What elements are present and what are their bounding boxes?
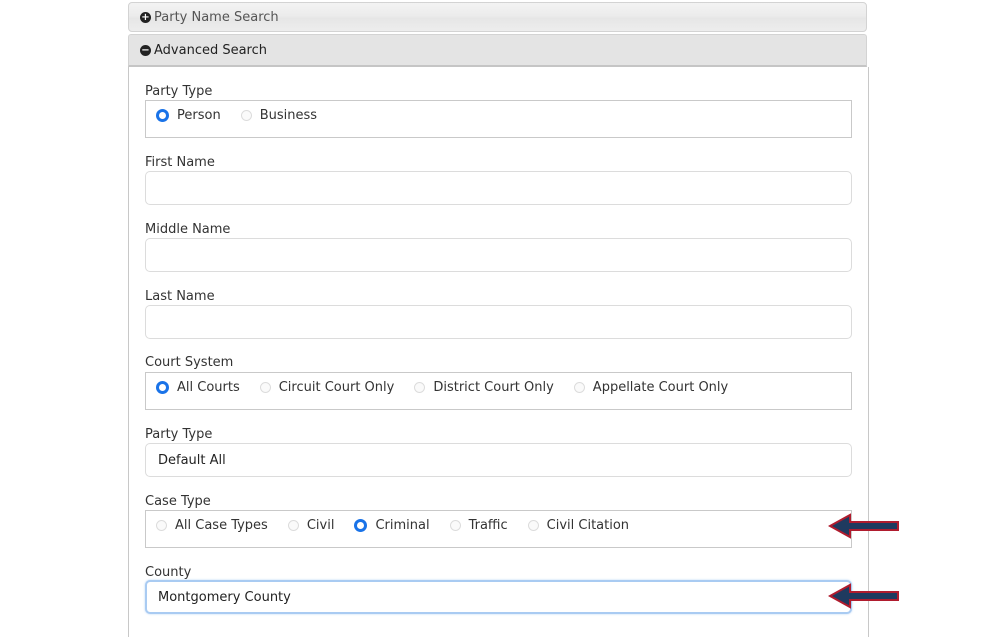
radio-label: Business — [259, 108, 318, 123]
first-name-input[interactable] — [145, 171, 852, 205]
minus-circle-icon: − — [140, 44, 151, 56]
party-type-label: Party Type — [145, 84, 213, 99]
radio-unchecked-icon[interactable] — [573, 382, 585, 393]
radio-label: Traffic — [468, 518, 508, 533]
radio-label: Criminal — [375, 518, 430, 533]
arrow-shape — [828, 513, 899, 539]
court-system-option[interactable]: District Court Only — [414, 380, 554, 395]
advanced-search-panel — [128, 67, 869, 637]
radio-label: All Case Types — [175, 518, 268, 533]
radio-unchecked-icon[interactable] — [156, 520, 167, 531]
county-select[interactable]: Montgomery County — [145, 580, 852, 614]
radio-checked-icon[interactable] — [354, 519, 368, 532]
accordion-advanced-search[interactable]: − Advanced Search — [128, 34, 867, 67]
middle-name-input[interactable] — [145, 238, 852, 272]
case-type-option[interactable]: All Case Types — [156, 518, 268, 533]
radio-unchecked-icon[interactable] — [414, 382, 426, 393]
radio-unchecked-icon[interactable] — [259, 382, 271, 393]
last-name-label: Last Name — [145, 289, 215, 304]
radio-unchecked-icon[interactable] — [527, 520, 539, 531]
party-type-select[interactable]: Default All — [145, 443, 852, 477]
radio-label: Civil Citation — [546, 518, 630, 533]
radio-unchecked-icon[interactable] — [240, 110, 252, 121]
party-type-option[interactable]: Person — [156, 108, 221, 123]
radio-checked-icon[interactable] — [156, 381, 169, 394]
accordion-label: Party Name Search — [154, 9, 279, 25]
party-type-group: Person Business — [145, 100, 852, 138]
middle-name-label: Middle Name — [145, 222, 231, 237]
court-system-label: Court System — [145, 355, 234, 370]
court-system-group: All Courts Circuit Court Only District Cou… — [145, 372, 852, 410]
case-type-option[interactable]: Civil — [287, 518, 335, 533]
annotation-arrow-county — [828, 583, 899, 609]
case-type-option[interactable]: Traffic — [449, 518, 508, 533]
annotation-arrow-case-type — [828, 513, 899, 539]
first-name-label: First Name — [145, 155, 215, 170]
court-system-option[interactable]: All Courts — [156, 380, 240, 395]
accordion-party-name-search[interactable]: + Party Name Search — [128, 2, 867, 32]
last-name-input[interactable] — [145, 305, 852, 339]
arrow-shape — [828, 583, 899, 609]
radio-unchecked-icon[interactable] — [449, 520, 461, 531]
radio-label: Person — [177, 108, 221, 123]
radio-label: District Court Only — [433, 380, 554, 395]
radio-unchecked-icon[interactable] — [287, 520, 299, 531]
case-type-option[interactable]: Civil Citation — [527, 518, 630, 533]
plus-circle-icon: + — [140, 11, 151, 23]
radio-label: Civil — [306, 518, 335, 533]
radio-label: Appellate Court Only — [592, 380, 729, 395]
radio-label: All Courts — [177, 380, 240, 395]
party-type-option[interactable]: Business — [240, 108, 318, 123]
case-type-label: Case Type — [145, 494, 211, 509]
court-system-option[interactable]: Appellate Court Only — [573, 380, 729, 395]
radio-checked-icon[interactable] — [156, 109, 169, 122]
accordion-label: Advanced Search — [154, 42, 268, 58]
case-type-option[interactable]: Criminal — [354, 518, 430, 533]
party-type-select-label: Party Type — [145, 427, 213, 442]
case-type-group: All Case Types Civil Criminal Traffic Civil … — [145, 510, 852, 548]
county-label: County — [145, 565, 192, 580]
court-system-option[interactable]: Circuit Court Only — [259, 380, 395, 395]
radio-label: Circuit Court Only — [278, 380, 395, 395]
